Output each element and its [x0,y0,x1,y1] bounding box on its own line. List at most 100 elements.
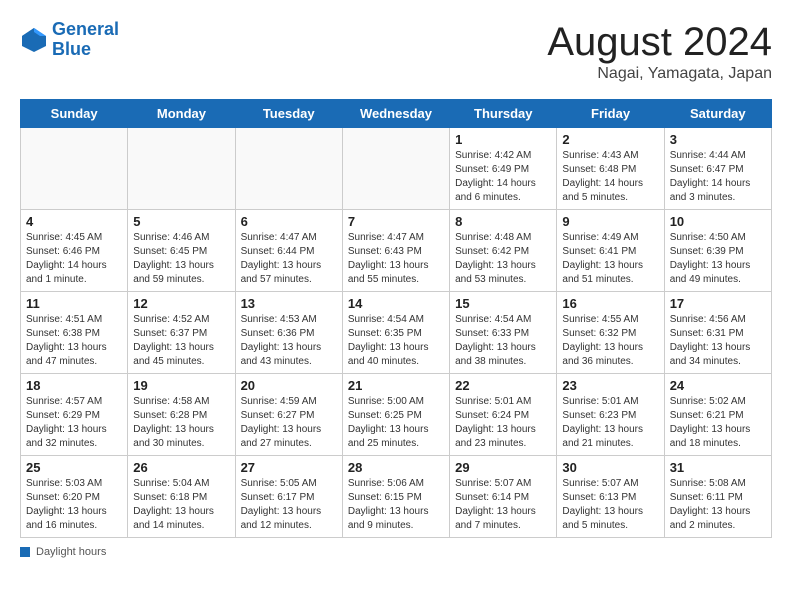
day-info: Sunrise: 5:07 AMSunset: 6:13 PMDaylight:… [562,477,658,533]
calendar-cell [21,128,128,210]
day-number: 17 [670,296,766,311]
calendar-cell: 12 Sunrise: 4:52 AMSunset: 6:37 PMDaylig… [128,292,235,374]
day-number: 22 [455,378,551,393]
day-info: Sunrise: 4:56 AMSunset: 6:31 PMDaylight:… [670,313,766,369]
weekday-header-saturday: Saturday [664,100,771,128]
calendar-cell: 26 Sunrise: 5:04 AMSunset: 6:18 PMDaylig… [128,456,235,538]
calendar-week-row: 18 Sunrise: 4:57 AMSunset: 6:29 PMDaylig… [21,374,772,456]
day-number: 29 [455,460,551,475]
day-info: Sunrise: 4:58 AMSunset: 6:28 PMDaylight:… [133,395,229,451]
calendar-cell: 25 Sunrise: 5:03 AMSunset: 6:20 PMDaylig… [21,456,128,538]
calendar-cell: 1 Sunrise: 4:42 AMSunset: 6:49 PMDayligh… [450,128,557,210]
calendar-cell: 10 Sunrise: 4:50 AMSunset: 6:39 PMDaylig… [664,210,771,292]
month-title: August 2024 [547,20,772,65]
day-info: Sunrise: 5:01 AMSunset: 6:24 PMDaylight:… [455,395,551,451]
logo-icon [20,26,48,54]
weekday-header-tuesday: Tuesday [235,100,342,128]
day-number: 3 [670,132,766,147]
calendar-cell: 23 Sunrise: 5:01 AMSunset: 6:23 PMDaylig… [557,374,664,456]
day-info: Sunrise: 5:05 AMSunset: 6:17 PMDaylight:… [241,477,337,533]
calendar-table: SundayMondayTuesdayWednesdayThursdayFrid… [20,99,772,538]
calendar-cell: 5 Sunrise: 4:46 AMSunset: 6:45 PMDayligh… [128,210,235,292]
weekday-header-monday: Monday [128,100,235,128]
page-header: General Blue August 2024 Nagai, Yamagata… [20,20,772,83]
day-number: 27 [241,460,337,475]
day-info: Sunrise: 5:01 AMSunset: 6:23 PMDaylight:… [562,395,658,451]
calendar-cell: 31 Sunrise: 5:08 AMSunset: 6:11 PMDaylig… [664,456,771,538]
day-info: Sunrise: 4:45 AMSunset: 6:46 PMDaylight:… [26,231,122,287]
calendar-cell: 4 Sunrise: 4:45 AMSunset: 6:46 PMDayligh… [21,210,128,292]
day-number: 4 [26,214,122,229]
logo: General Blue [20,20,119,60]
day-number: 20 [241,378,337,393]
calendar-cell: 28 Sunrise: 5:06 AMSunset: 6:15 PMDaylig… [342,456,449,538]
day-number: 19 [133,378,229,393]
day-number: 6 [241,214,337,229]
day-info: Sunrise: 5:08 AMSunset: 6:11 PMDaylight:… [670,477,766,533]
calendar-cell: 7 Sunrise: 4:47 AMSunset: 6:43 PMDayligh… [342,210,449,292]
calendar-cell: 16 Sunrise: 4:55 AMSunset: 6:32 PMDaylig… [557,292,664,374]
day-number: 5 [133,214,229,229]
day-number: 9 [562,214,658,229]
calendar-cell: 6 Sunrise: 4:47 AMSunset: 6:44 PMDayligh… [235,210,342,292]
day-number: 28 [348,460,444,475]
day-number: 18 [26,378,122,393]
calendar-cell: 2 Sunrise: 4:43 AMSunset: 6:48 PMDayligh… [557,128,664,210]
day-info: Sunrise: 4:55 AMSunset: 6:32 PMDaylight:… [562,313,658,369]
calendar-week-row: 11 Sunrise: 4:51 AMSunset: 6:38 PMDaylig… [21,292,772,374]
day-info: Sunrise: 4:51 AMSunset: 6:38 PMDaylight:… [26,313,122,369]
footer-bullet [20,547,30,557]
day-info: Sunrise: 5:07 AMSunset: 6:14 PMDaylight:… [455,477,551,533]
day-number: 15 [455,296,551,311]
day-number: 21 [348,378,444,393]
day-info: Sunrise: 5:02 AMSunset: 6:21 PMDaylight:… [670,395,766,451]
calendar-cell: 13 Sunrise: 4:53 AMSunset: 6:36 PMDaylig… [235,292,342,374]
day-number: 13 [241,296,337,311]
day-info: Sunrise: 4:54 AMSunset: 6:35 PMDaylight:… [348,313,444,369]
calendar-cell: 15 Sunrise: 4:54 AMSunset: 6:33 PMDaylig… [450,292,557,374]
calendar-cell: 9 Sunrise: 4:49 AMSunset: 6:41 PMDayligh… [557,210,664,292]
day-number: 11 [26,296,122,311]
day-info: Sunrise: 4:42 AMSunset: 6:49 PMDaylight:… [455,149,551,205]
calendar-cell: 27 Sunrise: 5:05 AMSunset: 6:17 PMDaylig… [235,456,342,538]
calendar-cell: 18 Sunrise: 4:57 AMSunset: 6:29 PMDaylig… [21,374,128,456]
day-info: Sunrise: 4:57 AMSunset: 6:29 PMDaylight:… [26,395,122,451]
day-number: 14 [348,296,444,311]
calendar-week-row: 1 Sunrise: 4:42 AMSunset: 6:49 PMDayligh… [21,128,772,210]
calendar-cell: 22 Sunrise: 5:01 AMSunset: 6:24 PMDaylig… [450,374,557,456]
day-info: Sunrise: 5:04 AMSunset: 6:18 PMDaylight:… [133,477,229,533]
day-info: Sunrise: 4:44 AMSunset: 6:47 PMDaylight:… [670,149,766,205]
day-info: Sunrise: 4:47 AMSunset: 6:44 PMDaylight:… [241,231,337,287]
calendar-cell: 20 Sunrise: 4:59 AMSunset: 6:27 PMDaylig… [235,374,342,456]
day-number: 16 [562,296,658,311]
day-info: Sunrise: 4:48 AMSunset: 6:42 PMDaylight:… [455,231,551,287]
day-info: Sunrise: 4:46 AMSunset: 6:45 PMDaylight:… [133,231,229,287]
day-number: 8 [455,214,551,229]
title-block: August 2024 Nagai, Yamagata, Japan [547,20,772,83]
day-info: Sunrise: 5:00 AMSunset: 6:25 PMDaylight:… [348,395,444,451]
day-number: 24 [670,378,766,393]
day-info: Sunrise: 4:43 AMSunset: 6:48 PMDaylight:… [562,149,658,205]
calendar-cell [128,128,235,210]
day-number: 2 [562,132,658,147]
calendar-week-row: 25 Sunrise: 5:03 AMSunset: 6:20 PMDaylig… [21,456,772,538]
day-info: Sunrise: 5:06 AMSunset: 6:15 PMDaylight:… [348,477,444,533]
day-info: Sunrise: 4:47 AMSunset: 6:43 PMDaylight:… [348,231,444,287]
day-info: Sunrise: 4:53 AMSunset: 6:36 PMDaylight:… [241,313,337,369]
day-number: 1 [455,132,551,147]
day-info: Sunrise: 5:03 AMSunset: 6:20 PMDaylight:… [26,477,122,533]
calendar-cell: 3 Sunrise: 4:44 AMSunset: 6:47 PMDayligh… [664,128,771,210]
calendar-cell: 11 Sunrise: 4:51 AMSunset: 6:38 PMDaylig… [21,292,128,374]
calendar-cell: 29 Sunrise: 5:07 AMSunset: 6:14 PMDaylig… [450,456,557,538]
day-number: 7 [348,214,444,229]
calendar-cell: 8 Sunrise: 4:48 AMSunset: 6:42 PMDayligh… [450,210,557,292]
calendar-cell: 19 Sunrise: 4:58 AMSunset: 6:28 PMDaylig… [128,374,235,456]
location-title: Nagai, Yamagata, Japan [547,65,772,83]
day-number: 12 [133,296,229,311]
footer: Daylight hours [20,546,772,558]
weekday-header-wednesday: Wednesday [342,100,449,128]
day-number: 30 [562,460,658,475]
day-number: 10 [670,214,766,229]
calendar-cell [342,128,449,210]
weekday-header-thursday: Thursday [450,100,557,128]
